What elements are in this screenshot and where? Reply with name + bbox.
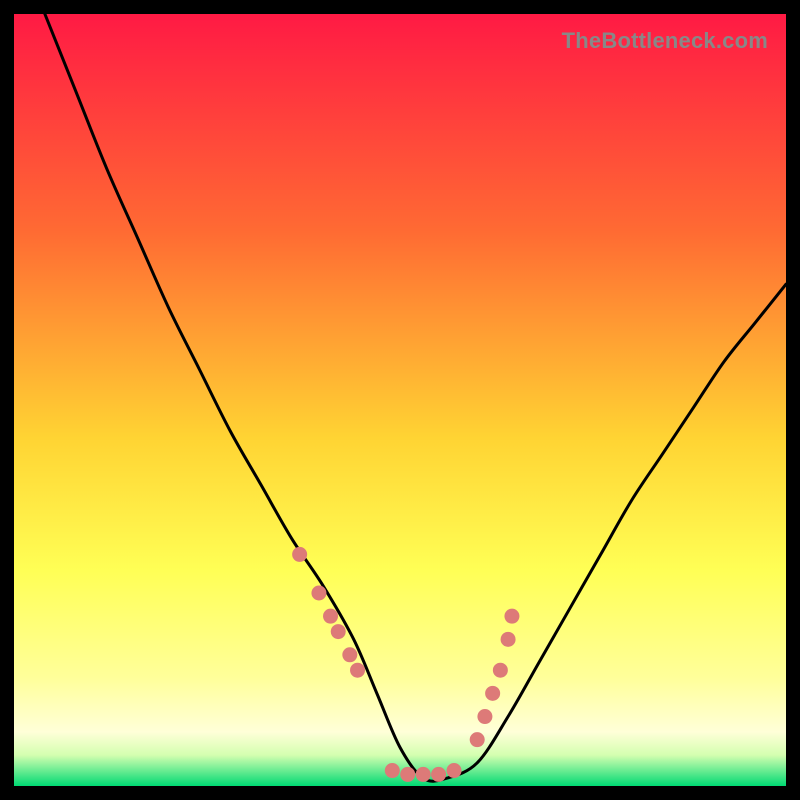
watermark-text: TheBottleneck.com	[562, 28, 768, 54]
chart-frame: TheBottleneck.com	[14, 14, 786, 786]
chart-background-gradient	[14, 14, 786, 786]
